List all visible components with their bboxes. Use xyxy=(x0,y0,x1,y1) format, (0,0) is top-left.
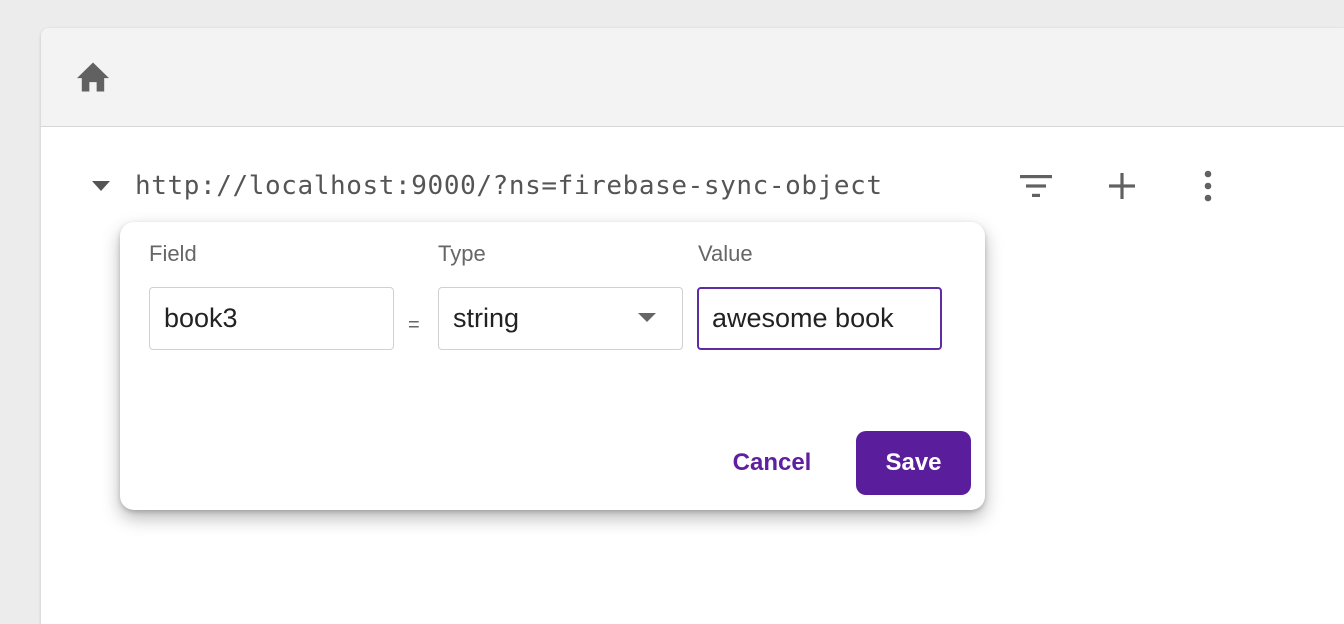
toolbar xyxy=(41,28,1344,127)
equals-sign: = xyxy=(408,314,420,336)
tree-root-row: http://localhost:9000/?ns=firebase-sync-… xyxy=(41,156,1344,216)
more-options-button[interactable] xyxy=(1188,166,1228,206)
add-icon xyxy=(1109,173,1135,199)
field-label: Field xyxy=(149,241,197,266)
field-input[interactable]: book3 xyxy=(149,287,394,350)
type-select-value: string xyxy=(453,303,520,333)
home-icon xyxy=(77,62,109,92)
home-button[interactable] xyxy=(75,60,111,94)
more-vertical-icon xyxy=(1204,170,1212,202)
database-url[interactable]: http://localhost:9000/?ns=firebase-sync-… xyxy=(135,167,883,205)
expand-toggle[interactable] xyxy=(91,178,111,194)
filter-icon xyxy=(1020,175,1052,197)
value-input[interactable]: awesome book xyxy=(697,287,942,350)
cancel-button[interactable]: Cancel xyxy=(716,431,828,495)
filter-button[interactable] xyxy=(1016,166,1056,206)
value-label: Value xyxy=(698,241,753,266)
type-select[interactable]: string xyxy=(438,287,683,350)
dropdown-arrow-icon xyxy=(638,313,656,322)
add-child-dialog: Field Type Value book3 = string awesome … xyxy=(120,222,985,510)
arrow-drop-down-icon xyxy=(92,181,110,191)
type-label: Type xyxy=(438,241,486,266)
save-button[interactable]: Save xyxy=(856,431,971,495)
add-child-button[interactable] xyxy=(1102,166,1142,206)
